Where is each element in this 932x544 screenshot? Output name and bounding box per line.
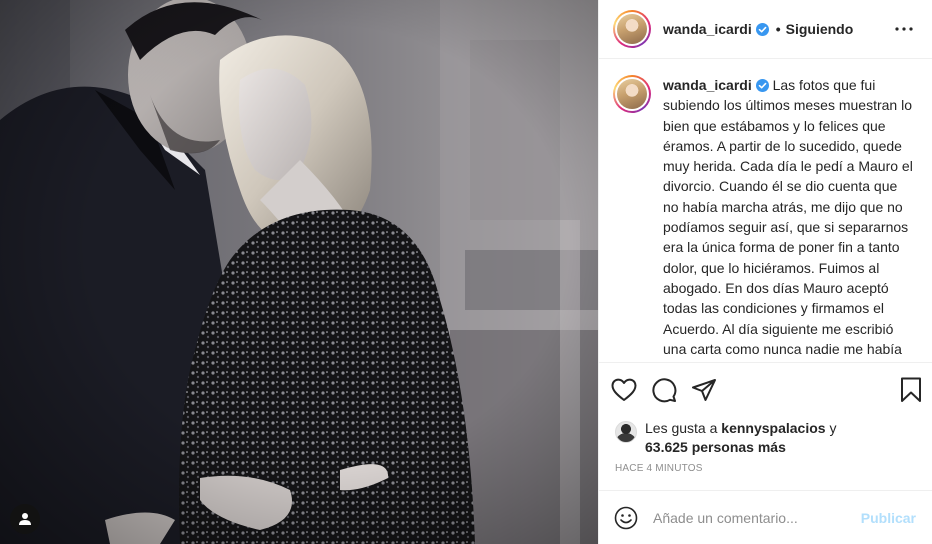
couple-photo (0, 0, 598, 544)
likes-count-link[interactable]: 63.625 personas más (645, 439, 786, 455)
ellipsis-icon (895, 27, 913, 31)
verified-badge-icon (755, 79, 769, 92)
user-tag-button[interactable] (10, 504, 40, 534)
caption-section: wanda_icardi Las fotos que fui subiendo … (599, 59, 932, 363)
emoji-button[interactable] (613, 505, 639, 531)
liker-username-link[interactable]: kennyspalacios (721, 420, 825, 436)
profile-picture (617, 14, 647, 44)
caption-username[interactable]: wanda_icardi (663, 77, 752, 93)
action-bar (599, 363, 932, 417)
verified-badge-icon (755, 22, 769, 36)
header-separator: • (775, 21, 781, 37)
more-options-button[interactable] (892, 17, 916, 41)
like-button[interactable] (611, 370, 651, 410)
heart-icon (611, 378, 637, 401)
likes-summary: Les gusta a kennyspalacios y 63.625 pers… (645, 419, 836, 457)
post-side-panel: wanda_icardi • Siguiendo wanda_icardi La… (598, 0, 932, 544)
avatar[interactable] (613, 10, 651, 48)
caption-body: Las fotos que fui subiendo los últimos m… (663, 77, 913, 362)
share-button[interactable] (691, 370, 731, 410)
bookmark-icon (901, 377, 921, 402)
comment-button[interactable] (651, 370, 691, 410)
post-timestamp[interactable]: Hace 4 minutos (599, 457, 932, 474)
caption-avatar[interactable] (613, 75, 651, 113)
likes-section: Les gusta a kennyspalacios y 63.625 pers… (599, 419, 932, 457)
save-button[interactable] (890, 370, 922, 410)
post-photo[interactable] (0, 0, 598, 544)
follow-status-button[interactable]: Siguiendo (786, 21, 854, 37)
comment-icon (652, 378, 677, 403)
profile-picture (617, 79, 647, 109)
publish-button[interactable]: Publicar (861, 510, 916, 526)
liker-avatar[interactable] (615, 421, 637, 443)
likes-prefix: Les gusta a (645, 420, 718, 436)
likes-joiner: y (829, 420, 837, 436)
caption: wanda_icardi Las fotos que fui subiendo … (663, 75, 916, 362)
person-icon (19, 513, 31, 525)
comment-composer: Publicar (599, 490, 932, 544)
post-header: wanda_icardi • Siguiendo (599, 0, 932, 59)
instagram-post: wanda_icardi • Siguiendo wanda_icardi La… (0, 0, 932, 544)
paper-plane-icon (692, 379, 716, 401)
smiley-icon (614, 506, 638, 529)
header-username[interactable]: wanda_icardi (663, 21, 752, 37)
comment-input[interactable] (653, 509, 861, 526)
